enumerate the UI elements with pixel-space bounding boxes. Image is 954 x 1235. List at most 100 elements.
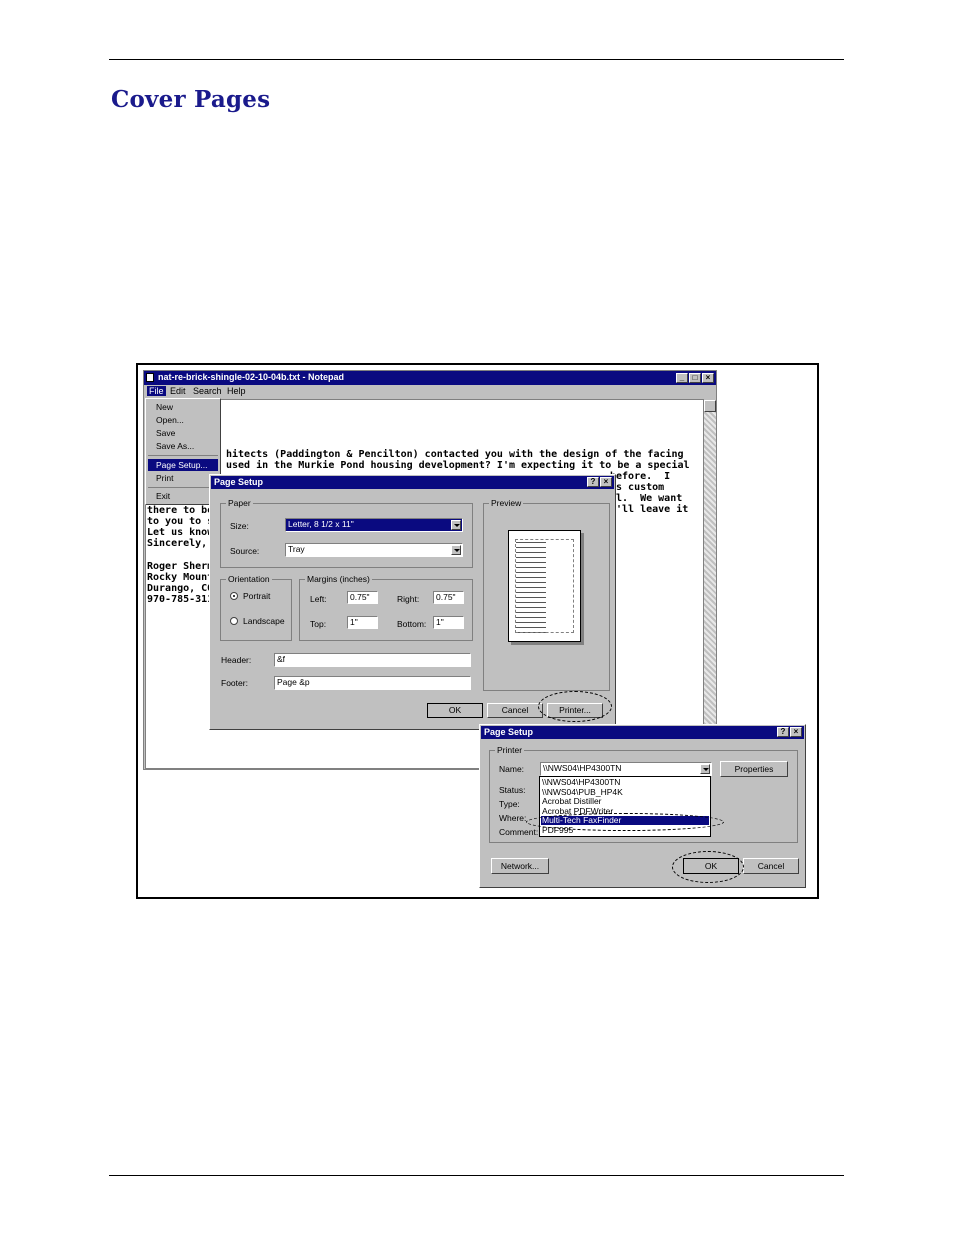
bottom-margin-input[interactable]: 1": [433, 616, 464, 629]
text-left-7: Rocky Mount: [147, 572, 214, 583]
preview-group-label: Preview: [489, 498, 524, 508]
text-line-1: hitects (Paddington & Pencilton) contact…: [226, 449, 684, 460]
type-label: Type:: [499, 799, 520, 809]
text-left-2: to you to s: [147, 516, 214, 527]
source-select[interactable]: Tray: [285, 543, 463, 557]
margins-group-label: Margins (inches): [305, 574, 372, 584]
notepad-scrollbar[interactable]: [704, 400, 716, 730]
minimize-icon[interactable]: _: [676, 373, 688, 383]
network-button[interactable]: Network...: [491, 858, 549, 874]
header-label: Header:: [221, 655, 252, 665]
help-icon[interactable]: ?: [587, 477, 599, 487]
text-left-9: 970-785-311: [147, 594, 214, 605]
menu-item-print[interactable]: Print: [156, 473, 173, 483]
top-margin-input[interactable]: 1": [347, 616, 378, 629]
properties-button[interactable]: Properties: [720, 761, 788, 777]
menu-item-open[interactable]: Open...: [156, 415, 184, 425]
source-select-value: Tray: [288, 544, 305, 554]
size-select[interactable]: Letter, 8 1/2 x 11": [285, 518, 463, 532]
page-setup-dialog: Page Setup ? × Paper Size: Letter, 8 1/2…: [209, 474, 616, 730]
left-margin-input[interactable]: 0.75": [347, 591, 378, 604]
orientation-group-label: Orientation: [226, 574, 272, 584]
preview-group: Preview: [483, 498, 610, 691]
chevron-down-icon[interactable]: [700, 764, 710, 774]
menu-item-new[interactable]: New: [156, 402, 173, 412]
menu-item-exit[interactable]: Exit: [156, 491, 170, 501]
close-icon[interactable]: ×: [790, 727, 802, 737]
cancel-button[interactable]: Cancel: [487, 703, 543, 718]
printer-name-value: \\NWS04\HP4300TN: [543, 763, 622, 773]
printer-cancel-label: Cancel: [757, 861, 785, 871]
text-line-2: used in the Murkie Pond housing developm…: [226, 460, 690, 471]
faxfinder-highlight-oval: [526, 813, 724, 831]
portrait-label: Portrait: [243, 591, 271, 601]
portrait-radio[interactable]: [230, 592, 238, 600]
menu-search[interactable]: Search: [193, 386, 222, 396]
radio-dot: [233, 595, 235, 597]
landscape-label: Landscape: [243, 616, 285, 626]
menu-separator-2: [148, 487, 218, 488]
where-label: Where:: [499, 813, 527, 823]
screenshot-figure: nat-re-brick-shingle-02-10-04b.txt - Not…: [136, 363, 819, 899]
menu-file[interactable]: File: [147, 386, 166, 396]
notepad-menubar: File Edit Search Help: [144, 385, 716, 399]
page-title: Cover Pages: [111, 86, 271, 113]
printer-option[interactable]: \\NWS04\PUB_HP4K: [542, 787, 623, 797]
source-label: Source:: [230, 546, 260, 556]
menu-help[interactable]: Help: [227, 386, 246, 396]
close-icon[interactable]: ×: [600, 477, 612, 487]
help-icon[interactable]: ?: [777, 727, 789, 737]
menu-item-save[interactable]: Save: [156, 428, 175, 438]
paper-group: Paper Size: Letter, 8 1/2 x 11" Source: …: [220, 498, 473, 568]
printer-setup-titlebar: Page Setup ? ×: [481, 726, 804, 739]
menu-edit[interactable]: Edit: [170, 386, 186, 396]
footer-input[interactable]: Page &p: [274, 676, 471, 690]
cancel-button-label: Cancel: [501, 705, 529, 715]
notepad-titlebar: nat-re-brick-shingle-02-10-04b.txt - Not…: [144, 371, 716, 385]
network-button-label: Network...: [500, 861, 540, 871]
chevron-down-icon[interactable]: [451, 520, 461, 530]
notepad-app-icon: [146, 373, 154, 382]
name-label: Name:: [499, 764, 525, 774]
menu-separator: [148, 455, 218, 456]
preview-page: [508, 530, 581, 642]
properties-button-label: Properties: [734, 764, 774, 774]
text-left-4: Sincerely,: [147, 538, 208, 549]
printer-setup-dialog: Page Setup ? × Printer Name: \\NWS04\HP4…: [479, 724, 806, 888]
preview-margin-box: [515, 539, 574, 633]
text-left-3: Let us know: [147, 527, 214, 538]
printer-option[interactable]: Acrobat Distiller: [542, 796, 602, 806]
menu-item-save-as[interactable]: Save As...: [156, 441, 194, 451]
ok-button-label: OK: [448, 705, 462, 715]
menu-item-page-setup[interactable]: Page Setup...: [156, 460, 208, 470]
ok-button[interactable]: OK: [427, 703, 483, 718]
printer-name-select[interactable]: \\NWS04\HP4300TN: [540, 762, 712, 776]
status-label: Status:: [499, 785, 526, 795]
printer-cancel-button[interactable]: Cancel: [743, 858, 799, 874]
chevron-down-icon[interactable]: [451, 545, 461, 555]
landscape-radio[interactable]: [230, 617, 238, 625]
comment-label: Comment:: [499, 827, 539, 837]
header-input[interactable]: &f: [274, 653, 471, 667]
maximize-icon[interactable]: □: [689, 373, 701, 383]
scroll-up-icon[interactable]: [704, 400, 716, 412]
printer-group-label: Printer: [495, 745, 525, 755]
right-label: Right:: [397, 594, 420, 604]
ok-button-highlight-oval: [672, 851, 744, 883]
printer-option[interactable]: \\NWS04\HP4300TN: [542, 777, 620, 787]
bottom-label: Bottom:: [397, 619, 427, 629]
footer-label: Footer:: [221, 678, 248, 688]
page-setup-title: Page Setup: [214, 477, 264, 487]
right-margin-input[interactable]: 0.75": [433, 591, 464, 604]
size-label: Size:: [230, 521, 249, 531]
top-label: Top:: [310, 619, 327, 629]
text-right-2: 's custom: [610, 482, 665, 493]
page-setup-titlebar: Page Setup ? ×: [211, 476, 614, 489]
text-left-1: there to be: [147, 505, 214, 516]
margins-group: Margins (inches) Left: 0.75" Right: 0.75…: [299, 574, 473, 641]
text-right-1: before. I: [610, 471, 671, 482]
close-icon[interactable]: ×: [702, 373, 714, 383]
text-left-6: Roger Sherm: [147, 561, 214, 572]
orientation-group: Orientation Portrait Landscape: [220, 574, 292, 641]
printer-button-highlight-oval: [538, 691, 612, 722]
